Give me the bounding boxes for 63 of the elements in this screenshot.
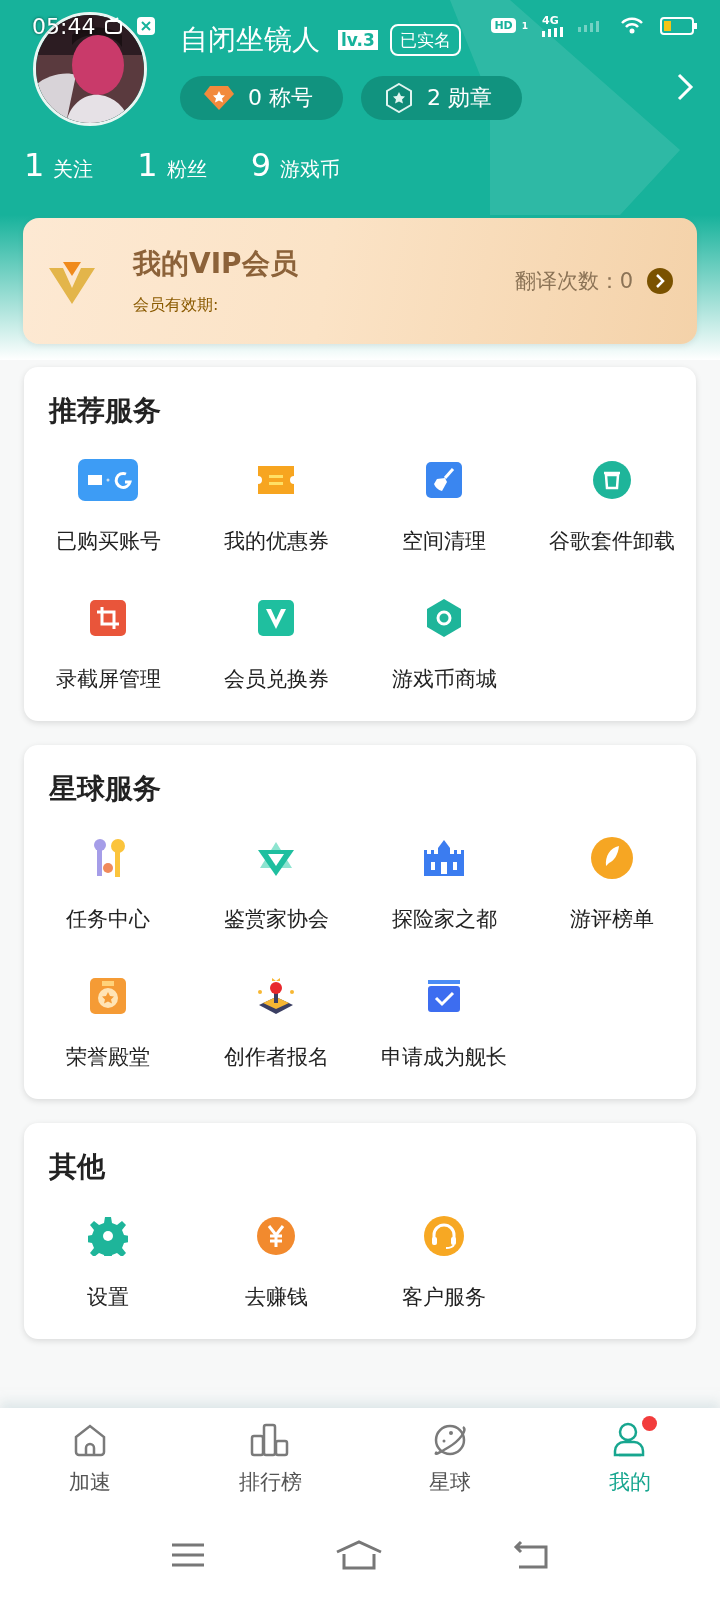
network-label: 4G xyxy=(542,14,559,27)
user-name: 自闭坐镜人 xyxy=(180,23,320,57)
joystick-icon xyxy=(255,975,297,1017)
service-item[interactable]: 荣誉殿堂 xyxy=(66,1044,150,1070)
translate-count: 翻译次数：0 xyxy=(514,268,633,295)
account-icon xyxy=(78,459,138,501)
service-item[interactable]: 创作者报名 xyxy=(223,1044,329,1070)
service-item[interactable]: 申请成为舰长 xyxy=(381,1044,507,1070)
app-icon xyxy=(136,16,156,36)
bar-chart-icon xyxy=(250,1423,290,1457)
hexagon-badge-icon xyxy=(385,83,413,113)
notification-icon xyxy=(104,16,124,36)
medal-chip[interactable]: 2 勋章 xyxy=(361,76,522,120)
home-icon xyxy=(72,1422,108,1458)
menu-icon[interactable] xyxy=(171,1542,205,1568)
service-item[interactable]: 游戏币商城 xyxy=(391,666,497,692)
vip-title: 我的VIP会员 xyxy=(133,246,299,281)
crop-icon xyxy=(90,600,126,636)
sim-slot: 1 xyxy=(521,20,528,31)
back-icon[interactable] xyxy=(513,1540,549,1570)
castle-icon xyxy=(423,838,465,878)
service-item[interactable]: 我的优惠券 xyxy=(223,528,329,554)
vip-card[interactable]: 我的VIP会员 会员有效期: 翻译次数：0 xyxy=(23,218,697,344)
vip-validity: 会员有效期: xyxy=(133,294,220,316)
calendar-check-icon xyxy=(426,978,462,1014)
service-item[interactable]: 游评榜单 xyxy=(570,906,654,932)
title-chip[interactable]: 0 称号 xyxy=(180,76,343,120)
level-badge: lv.3 xyxy=(338,30,378,50)
hexagon-icon xyxy=(425,598,463,638)
v-logo-icon xyxy=(258,600,294,636)
section-title: 星球服务 xyxy=(49,771,162,807)
home-icon[interactable] xyxy=(335,1540,383,1570)
feather-icon xyxy=(591,837,633,879)
service-item[interactable]: 去赚钱 xyxy=(244,1284,308,1310)
yen-coin-icon xyxy=(257,1217,295,1255)
wifi-icon xyxy=(620,16,644,35)
diamond-icon xyxy=(204,85,234,111)
section-title: 其他 xyxy=(49,1149,106,1185)
service-item[interactable]: 谷歌套件卸载 xyxy=(549,528,675,554)
verified-badge: 已实名 xyxy=(389,24,461,56)
service-item[interactable]: 探险家之都 xyxy=(391,906,497,932)
battery-icon xyxy=(660,15,698,36)
settings-icon xyxy=(88,1216,128,1256)
service-item[interactable]: 录截屏管理 xyxy=(55,666,161,692)
signal-icon xyxy=(542,27,564,37)
tab[interactable]: 星球 xyxy=(360,1408,540,1510)
headset-icon xyxy=(424,1216,464,1256)
service-item[interactable]: 任务中心 xyxy=(66,906,150,932)
broom-icon xyxy=(426,462,462,498)
chevron-right-icon[interactable] xyxy=(647,268,673,294)
service-item[interactable]: 空间清理 xyxy=(402,528,486,554)
service-item[interactable]: 已购买账号 xyxy=(55,528,161,554)
ticket-icon xyxy=(256,463,296,497)
hd-label: HD xyxy=(491,18,516,33)
service-item[interactable]: 设置 xyxy=(87,1284,129,1310)
service-item[interactable]: 鉴赏家协会 xyxy=(223,906,329,932)
tab[interactable]: 排行榜 xyxy=(180,1408,360,1510)
service-item[interactable]: 会员兑换券 xyxy=(223,666,329,692)
service-item[interactable]: 客户服务 xyxy=(402,1284,486,1310)
section-title: 推荐服务 xyxy=(49,393,162,429)
trash-icon xyxy=(593,461,631,499)
tab[interactable]: 加速 xyxy=(0,1408,180,1510)
medal-icon xyxy=(90,978,126,1014)
